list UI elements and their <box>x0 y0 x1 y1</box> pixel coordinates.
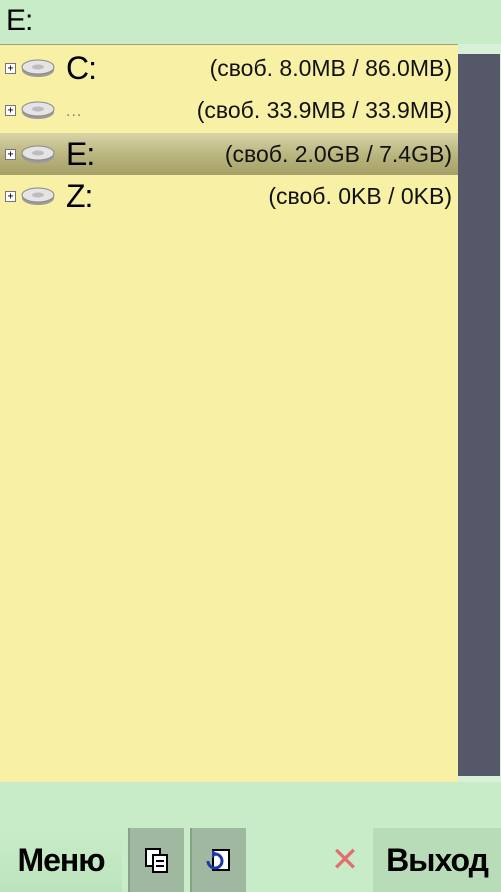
paste-button[interactable] <box>190 828 246 892</box>
plus-box-icon[interactable]: + <box>5 190 16 202</box>
drive-name-ellipsis: ... <box>66 103 83 120</box>
paste-icon <box>206 849 230 871</box>
hard-drive-icon <box>21 59 55 77</box>
drive-free-space: (своб. 8.0MB / 86.0MB) <box>209 54 452 81</box>
drive-row-e[interactable]: + E: (своб. 2.0GB / 7.4GB) <box>0 133 458 175</box>
exit-button[interactable]: Выход <box>373 828 501 892</box>
plus-box-icon[interactable]: + <box>5 104 16 116</box>
drive-letter: E: <box>66 135 95 172</box>
drive-row-z[interactable]: + Z: (своб. 0KB / 0KB) <box>0 175 458 217</box>
close-icon: ✕ <box>330 841 360 879</box>
copy-button[interactable] <box>128 828 184 892</box>
hard-drive-icon <box>21 101 55 119</box>
plus-box-icon[interactable]: + <box>5 62 16 74</box>
menu-button-label: Меню <box>17 841 105 878</box>
drive-free-space: (своб. 2.0GB / 7.4GB) <box>224 140 452 167</box>
hard-drive-icon <box>21 145 55 163</box>
window-title: E: <box>6 4 33 37</box>
plus-box-icon[interactable]: + <box>5 148 16 160</box>
drive-row-unnamed[interactable]: + ... (своб. 33.9MB / 33.9MB) <box>0 89 458 131</box>
drive-list: + C: (своб. 8.0MB / 86.0MB) + ... (своб.… <box>0 44 458 782</box>
drive-free-space: (своб. 0KB / 0KB) <box>268 182 452 209</box>
softkey-bar: Меню ✕ Выход <box>0 828 501 892</box>
drive-row-c[interactable]: + C: (своб. 8.0MB / 86.0MB) <box>0 47 458 89</box>
drive-letter: Z: <box>66 177 93 214</box>
menu-button[interactable]: Меню <box>0 828 122 892</box>
close-button[interactable]: ✕ <box>320 828 370 892</box>
vertical-scrollbar[interactable] <box>458 44 501 782</box>
hard-drive-icon <box>21 187 55 205</box>
title-bar: E: <box>0 0 501 42</box>
drive-letter: C: <box>66 49 97 86</box>
drive-free-space: (своб. 33.9MB / 33.9MB) <box>196 96 452 123</box>
exit-button-label: Выход <box>386 841 489 878</box>
copy-icon <box>145 848 168 873</box>
scrollbar-thumb[interactable] <box>458 54 500 776</box>
